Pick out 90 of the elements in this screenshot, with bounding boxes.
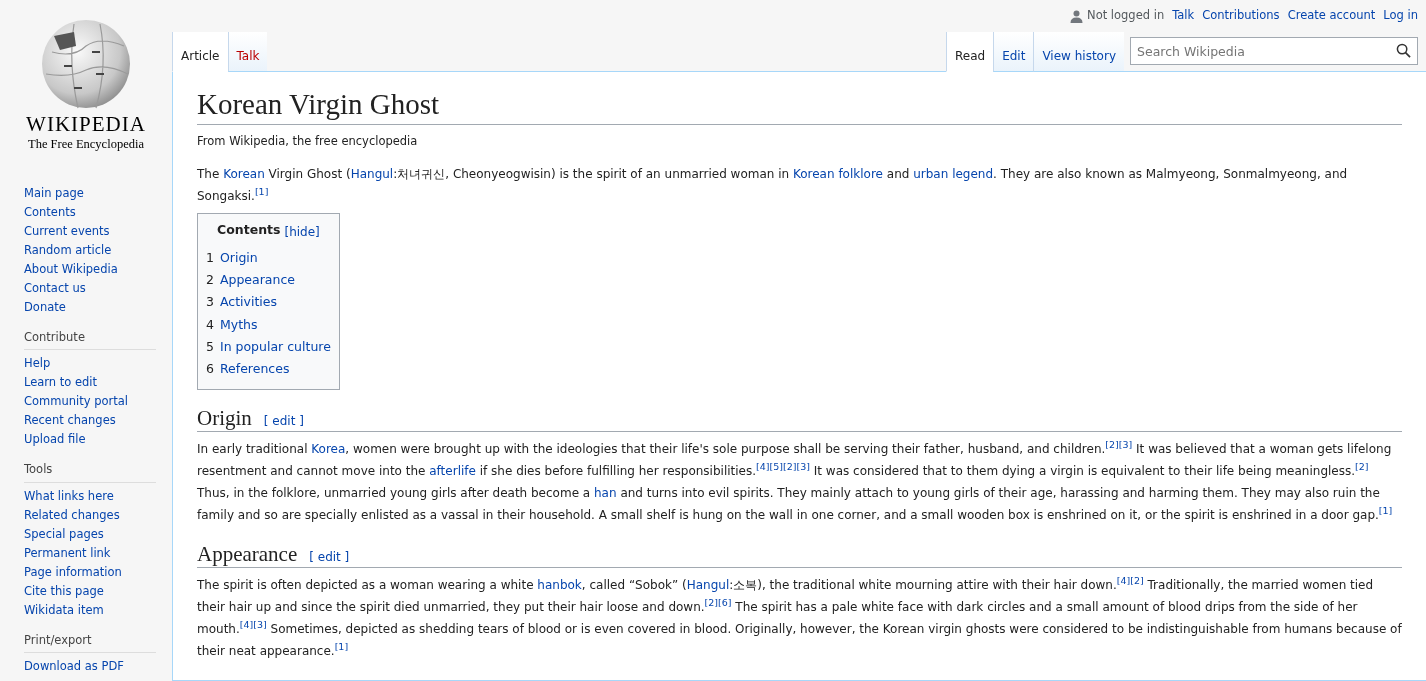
section-heading: Appearance	[197, 541, 298, 567]
toc-label: Origin	[219, 248, 258, 267]
user-link[interactable]: Log in	[1383, 7, 1418, 25]
sidebar-link[interactable]: Upload file	[24, 430, 156, 450]
sidebar-link[interactable]: Donate	[24, 298, 156, 317]
sidebar-link[interactable]: About Wikipedia	[24, 260, 156, 279]
sidebar-link[interactable]: Wikidata item	[24, 600, 156, 620]
sidebar-link[interactable]: Help	[24, 354, 156, 374]
reference-link[interactable]: [6]	[718, 597, 732, 609]
sidebar-link[interactable]: Community portal	[24, 392, 156, 412]
sidebar-link[interactable]: Cite this page	[24, 581, 156, 601]
toc-entry[interactable]: 5 In popular culture	[206, 336, 331, 359]
reference-link[interactable]: [1]	[254, 185, 269, 197]
toc-number: 4	[206, 315, 214, 334]
reference-link[interactable]: [5]	[769, 461, 783, 472]
sidebar-link[interactable]: Special pages	[24, 524, 156, 544]
inline-link[interactable]: hanbok	[537, 577, 582, 592]
reference-link[interactable]: [4]	[756, 461, 770, 472]
user-icon	[1070, 9, 1084, 23]
sidebar-link[interactable]: Permanent link	[24, 543, 156, 563]
toc-number: 1	[206, 248, 214, 267]
inline-link[interactable]: Korean	[223, 166, 265, 181]
edit-link[interactable]: [ edit ]	[309, 547, 350, 566]
tagline: The Free Encyclopedia	[28, 136, 144, 153]
reference-link[interactable]: [2]	[1355, 461, 1369, 472]
toc-number: 2	[206, 271, 214, 290]
sidebar-link[interactable]: Download as PDF	[24, 656, 156, 676]
section-paragraph: The spirit is often depicted as a woman wearing a white hanbok, called “Sobok” (Hangul:소복), the traditional white mourning attire with their hair down.$^{[4]}$$^{[2]}$ Traditionally, the married women tied their hair up and since the spirit died unmarried, they put their hair loose and down.$^{[2]}$$^{[6]}$ The spirit has a pale white face with dark circles and a small amount of blood drips from the side of her mouth.$^{[4]}$$^{[3]}$ Sometimes, depicted as shedding tears of blood or is even covered in blood. Originally, however, the Korean virgin ghosts were considered to be indistinguishable from humans because of their neat appearance.$^{[1]}$	[197, 574, 1402, 660]
article-title: Korean Virgin Ghost	[197, 86, 1402, 126]
toc-number: 6	[206, 360, 214, 379]
inline-link[interactable]: han	[594, 485, 617, 500]
inline-link[interactable]: urban legend	[913, 166, 994, 181]
page-tab[interactable]: Article	[172, 32, 228, 72]
toc-label: References	[219, 360, 290, 379]
article-tagline: From Wikipedia, the free encyclopedia	[197, 133, 419, 151]
reference-link[interactable]: [2]	[1130, 575, 1144, 587]
page-tab[interactable]: Read	[946, 32, 994, 72]
hide-link[interactable]: [hide]	[284, 220, 320, 243]
toc-entry[interactable]: 6 References	[206, 358, 331, 381]
sidebar-link[interactable]: Main page	[24, 184, 156, 203]
toc-entry[interactable]: 2 Appearance	[206, 269, 331, 292]
toc-entry[interactable]: 3 Activities	[206, 291, 331, 314]
sidebar-link[interactable]: Contents	[24, 203, 156, 222]
reference-link[interactable]: [3]	[796, 461, 810, 472]
user-link[interactable]: Create account	[1287, 7, 1376, 25]
user-link[interactable]: Talk	[1172, 7, 1195, 25]
toc-entry[interactable]: 4 Myths	[206, 313, 331, 336]
wordmark: WIKIPEDIA	[26, 114, 146, 135]
inline-link[interactable]: Hangul	[350, 166, 394, 181]
sidebar-link[interactable]: Page information	[24, 562, 156, 582]
sidebar-heading: Print/export	[24, 631, 156, 653]
page-tab[interactable]: Edit	[993, 32, 1034, 72]
sidebar-link[interactable]: Random article	[24, 241, 156, 260]
search-field[interactable]: Search Wikipedia	[1130, 37, 1418, 65]
reference-link[interactable]: [2]	[783, 461, 797, 472]
edit-link[interactable]: [ edit ]	[263, 411, 304, 430]
sidebar-link[interactable]: Related changes	[24, 505, 156, 525]
sidebar-link[interactable]: Learn to edit	[24, 373, 156, 393]
intro-paragraph: The Korean Virgin Ghost (Hangul:처녀귀신, Cheonyeogwisin) is the spirit of an unmarried woman in Korean folklore and urban legend. They are also known as Malmyeong, Sonmalmyeong, and Songaksi.$^{[1]}$	[197, 165, 1349, 205]
sidebar-heading: Contribute	[24, 329, 156, 351]
reference-link[interactable]: [2]	[1105, 439, 1119, 450]
sidebar-heading: Tools	[24, 461, 156, 483]
inline-link[interactable]: afterlife	[429, 463, 476, 478]
section-heading: Origin	[197, 405, 252, 431]
reference-link[interactable]: [4]	[1116, 575, 1131, 587]
toc-label: Activities	[219, 293, 277, 312]
search-icon[interactable]	[1396, 43, 1411, 58]
sidebar-link[interactable]: Current events	[24, 222, 156, 241]
toc-title: Contents	[217, 220, 281, 239]
reference-link[interactable]: [3]	[1118, 439, 1133, 450]
sidebar-link[interactable]: Contact us	[24, 279, 156, 298]
page-tab[interactable]: View history	[1033, 32, 1124, 72]
toc-number: 3	[206, 293, 214, 312]
inline-link[interactable]: Hangul	[686, 577, 730, 592]
reference-link[interactable]: [3]	[253, 619, 267, 631]
reference-link[interactable]: [1]	[334, 641, 349, 653]
login-status: Not logged in	[1087, 7, 1165, 25]
toc-label: Myths	[219, 315, 258, 334]
toc-label: In popular culture	[219, 338, 331, 356]
toc-label: Appearance	[219, 271, 295, 290]
sidebar-link[interactable]: What links here	[24, 486, 156, 506]
reference-link[interactable]: [1]	[1378, 505, 1393, 516]
inline-link[interactable]: Korean folklore	[792, 166, 883, 181]
reference-link[interactable]: [4]	[239, 619, 254, 631]
sidebar-link[interactable]: Recent changes	[24, 411, 156, 431]
toc-number: 5	[206, 338, 214, 356]
page-tab[interactable]: Talk	[227, 32, 268, 72]
user-link[interactable]: Contributions	[1202, 7, 1280, 25]
reference-link[interactable]: [2]	[704, 597, 719, 609]
toc-entry[interactable]: 1 Origin	[206, 246, 331, 270]
